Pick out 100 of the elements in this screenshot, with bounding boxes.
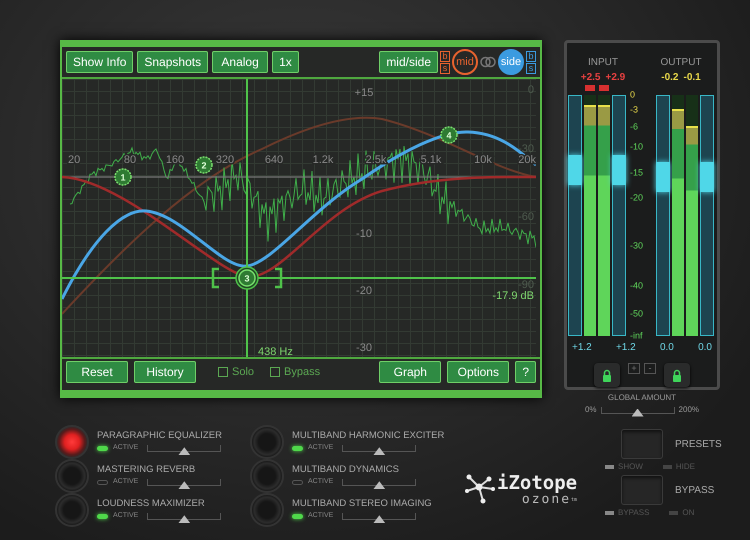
gain-label: +15 bbox=[354, 87, 374, 99]
frequency-label: 1.2k bbox=[312, 154, 334, 166]
lock-icon bbox=[602, 368, 612, 382]
peak-reading: +2.9 bbox=[606, 71, 626, 85]
band-toggle[interactable]: b bbox=[440, 50, 450, 62]
slider-thumb[interactable] bbox=[568, 155, 582, 186]
toolbar-button[interactable]: 1x bbox=[272, 51, 299, 73]
band-toggle[interactable]: s bbox=[526, 62, 536, 74]
toolbar-button[interactable]: Snapshots bbox=[137, 51, 208, 73]
toggle-state-label: HIDE bbox=[676, 461, 696, 473]
module-slider[interactable] bbox=[147, 445, 222, 452]
module-name: MULTIBAND HARMONIC EXCITER bbox=[292, 430, 444, 442]
gain-label: -30 bbox=[356, 342, 372, 354]
band-node[interactable]: 2 bbox=[195, 156, 213, 174]
checkbox[interactable] bbox=[218, 367, 228, 377]
band-toggle[interactable]: s bbox=[440, 62, 450, 74]
lock-button[interactable] bbox=[594, 363, 620, 387]
slider-label: GLOBAL AMOUNT bbox=[608, 392, 676, 404]
toggle-state-label: ON bbox=[682, 507, 694, 519]
frequency-label: 320 bbox=[216, 154, 234, 166]
slider-thumb[interactable] bbox=[700, 162, 714, 192]
meter-title: INPUT bbox=[588, 56, 618, 70]
toolbar-button[interactable]: Options bbox=[447, 361, 510, 383]
band-node[interactable]: 3 bbox=[235, 266, 259, 290]
slider-max-label: 200% bbox=[678, 404, 700, 416]
gain-slider[interactable] bbox=[656, 95, 670, 336]
toggle-button[interactable] bbox=[621, 475, 663, 505]
toolbar-button[interactable]: Reset bbox=[66, 361, 128, 383]
module-name: PARAGRAPHIC EQUALIZER bbox=[97, 430, 222, 442]
module-name: MULTIBAND DYNAMICS bbox=[292, 464, 400, 476]
module-slider[interactable] bbox=[342, 445, 416, 452]
bracket-icon bbox=[212, 268, 219, 288]
module-slider[interactable] bbox=[342, 513, 416, 520]
module-slider[interactable] bbox=[342, 479, 416, 486]
slider-thumb[interactable] bbox=[612, 155, 626, 186]
slider-thumb[interactable] bbox=[656, 162, 670, 192]
slider-thumb[interactable] bbox=[632, 408, 644, 416]
checkbox-label[interactable]: Solo bbox=[232, 364, 254, 380]
scale-label: -20 bbox=[630, 190, 644, 204]
scale-label: -15 bbox=[630, 166, 644, 180]
frequency-label: 5.1k bbox=[420, 154, 442, 166]
frequency-label: 80 bbox=[124, 154, 136, 166]
frequency-label: 640 bbox=[264, 154, 284, 166]
module-slider[interactable] bbox=[147, 479, 222, 486]
scale-label: -50 bbox=[630, 307, 644, 320]
channel-button[interactable]: side bbox=[498, 49, 524, 75]
link-icon[interactable] bbox=[480, 56, 496, 68]
toolbar-button[interactable]: History bbox=[134, 361, 196, 383]
level-reading: 0.0 bbox=[660, 341, 674, 355]
scale-label: -10 bbox=[630, 140, 644, 154]
active-led[interactable] bbox=[292, 514, 303, 520]
checkbox-label[interactable]: Bypass bbox=[284, 364, 320, 380]
toolbar-button[interactable]: ? bbox=[515, 361, 536, 383]
product-name: ozone$^{tm}$ bbox=[522, 493, 578, 506]
peak-reading: -0.2 bbox=[661, 71, 678, 85]
scale-label: -30 bbox=[630, 239, 644, 252]
module-name: MASTERING REVERB bbox=[97, 464, 196, 476]
lock-button[interactable] bbox=[664, 363, 690, 387]
gain-slider[interactable] bbox=[568, 95, 582, 336]
amount-slider[interactable] bbox=[600, 406, 675, 414]
mid-side-button[interactable]: mid/side bbox=[379, 51, 438, 73]
toolbar-button[interactable]: Graph bbox=[379, 361, 442, 383]
toolbar-button[interactable]: Show Info bbox=[66, 51, 134, 73]
gain-reading: -17.9 dB bbox=[492, 290, 534, 302]
module-name: LOUDNESS MAXIMIZER bbox=[97, 498, 206, 510]
brand-name: iZotope bbox=[497, 474, 578, 493]
meter-title: OUTPUT bbox=[660, 56, 702, 70]
lock-icon bbox=[672, 368, 682, 382]
module-button[interactable] bbox=[55, 425, 89, 459]
active-led[interactable] bbox=[97, 446, 108, 452]
scale-label: -40 bbox=[630, 278, 644, 292]
level-reading: +1.2 bbox=[572, 341, 592, 355]
checkbox[interactable] bbox=[270, 367, 280, 377]
band-node[interactable]: 1 bbox=[114, 168, 132, 186]
gain-slider[interactable] bbox=[612, 95, 626, 336]
active-led[interactable] bbox=[292, 446, 303, 452]
toolbar-button[interactable]: Analog bbox=[212, 51, 268, 73]
peak-reading: -0.1 bbox=[684, 71, 701, 85]
gain-label: -20 bbox=[356, 285, 372, 297]
link-button[interactable]: - bbox=[644, 363, 656, 374]
scale-label: -inf bbox=[630, 329, 643, 342]
channel-button[interactable]: mid bbox=[452, 49, 478, 75]
toggle-state-label: BYPASS bbox=[618, 507, 650, 519]
bracket-icon bbox=[275, 268, 282, 288]
toggle-button[interactable] bbox=[621, 429, 663, 459]
link-button[interactable]: + bbox=[628, 363, 640, 374]
scale-label: -3 bbox=[630, 104, 638, 117]
toggle-title: PRESETS bbox=[675, 438, 722, 452]
frequency-label: 20 bbox=[68, 154, 80, 166]
active-led[interactable] bbox=[97, 514, 108, 520]
module-name: MULTIBAND STEREO IMAGING bbox=[292, 498, 432, 510]
band-toggle[interactable]: b bbox=[526, 50, 536, 62]
scale-label: -6 bbox=[630, 120, 638, 134]
gain-slider[interactable] bbox=[700, 95, 714, 336]
toggle-title: BYPASS bbox=[675, 484, 714, 498]
frequency-reading: 438 Hz bbox=[258, 346, 293, 357]
level-reading: +1.2 bbox=[616, 341, 636, 355]
band-node[interactable]: 4 bbox=[440, 126, 458, 144]
module-slider[interactable] bbox=[147, 513, 222, 520]
level-reading: 0.0 bbox=[698, 341, 712, 355]
